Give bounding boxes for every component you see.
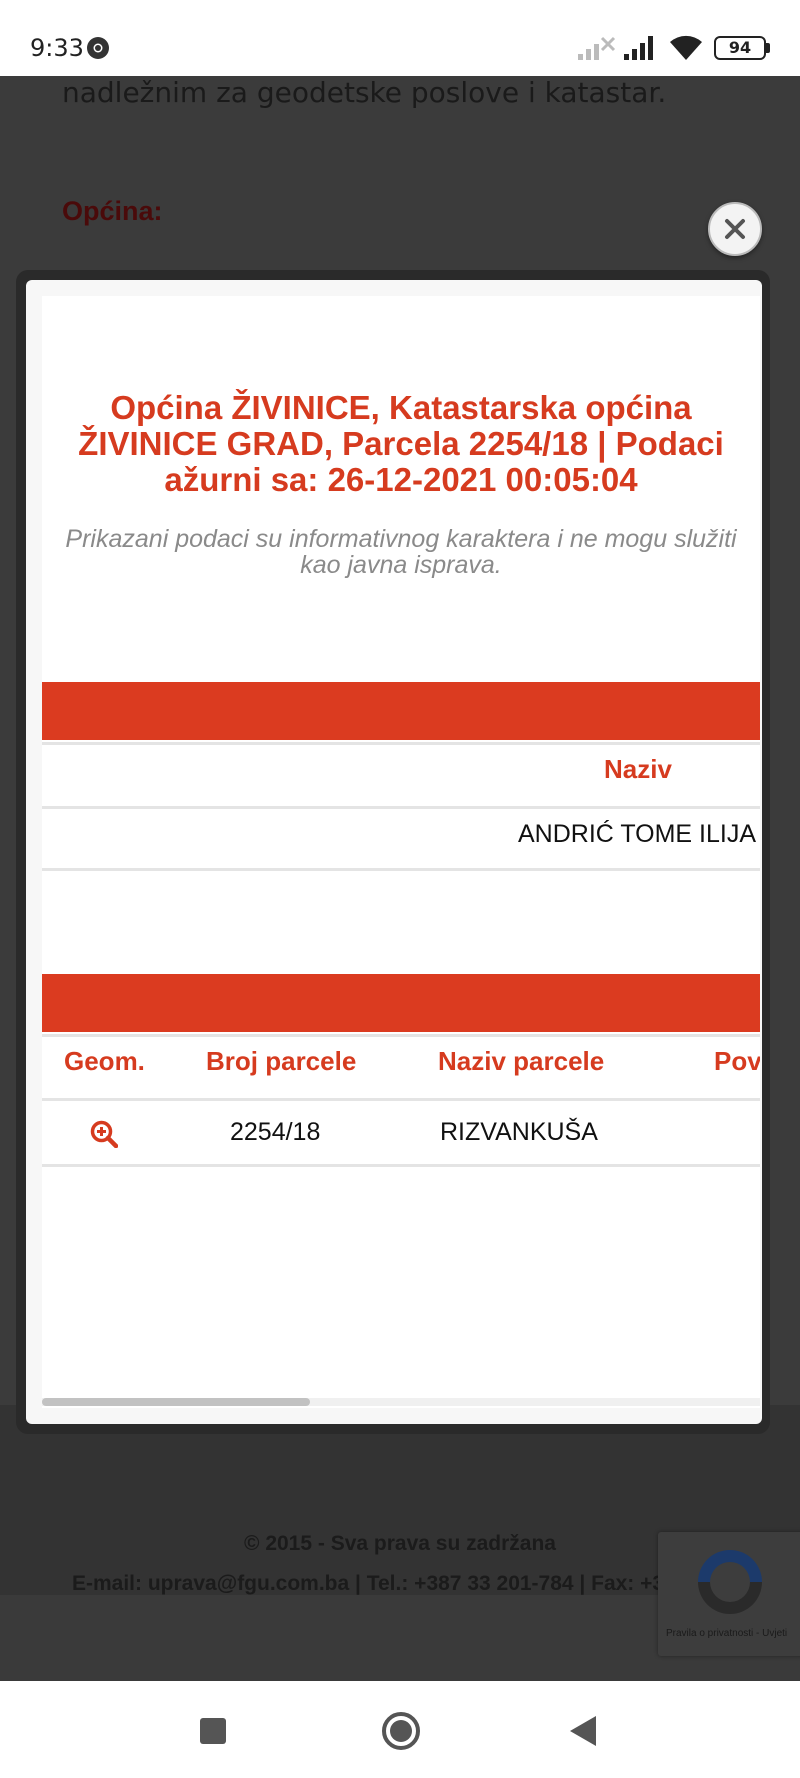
status-time: 9:33 — [30, 34, 84, 62]
recaptcha-text[interactable]: Pravila o privatnosti - Uvjeti — [666, 1628, 787, 1639]
parcels-column-naziv[interactable]: Naziv parcele — [438, 1046, 604, 1077]
parcel-number: 2254/18 — [230, 1118, 321, 1146]
divider — [42, 1164, 760, 1167]
footer-contact: E-mail: uprava@fgu.com.ba | Tel.: +387 3… — [72, 1572, 717, 1595]
home-icon-center — [390, 1720, 412, 1742]
parcel-modal: Općina ŽIVINICE, Katastarska općina ŽIVI… — [26, 280, 762, 1424]
chrome-icon — [87, 37, 109, 59]
battery-indicator: 94 — [714, 36, 766, 60]
modal-disclaimer: Prikazani podaci su informativnog karakt… — [65, 525, 737, 579]
zoom-in-icon[interactable] — [90, 1120, 118, 1148]
divider — [42, 1034, 760, 1037]
owner-name: ANDRIĆ TOME ILIJA — [518, 820, 757, 848]
recaptcha-icon — [698, 1550, 762, 1614]
parcels-column-broj[interactable]: Broj parcele — [206, 1046, 356, 1077]
background-text: nadležnim za geodetske poslove i katasta… — [62, 76, 667, 109]
modal-title: Općina ŽIVINICE, Katastarska općina ŽIVI… — [78, 389, 724, 498]
back-icon[interactable] — [570, 1716, 596, 1746]
close-icon — [725, 219, 745, 239]
owners-column-naziv[interactable]: Naziv — [604, 754, 672, 785]
divider — [42, 742, 760, 745]
recaptcha-badge[interactable]: Pravila o privatnosti - Uvjeti — [658, 1532, 800, 1656]
status-bar: 9:33 94 — [0, 0, 800, 76]
recents-icon[interactable] — [200, 1718, 226, 1744]
opcina-label: Općina: — [62, 196, 163, 226]
modal-content[interactable]: Općina ŽIVINICE, Katastarska općina ŽIVI… — [42, 296, 760, 1408]
owners-table-header-bar — [42, 682, 760, 740]
close-button[interactable] — [708, 202, 762, 256]
parcels-column-geom[interactable]: Geom. — [64, 1046, 145, 1077]
scrollbar-thumb[interactable] — [42, 1398, 310, 1406]
divider — [42, 868, 760, 871]
parcel-name: RIZVANKUŠA — [440, 1118, 598, 1146]
parcels-column-povrsina[interactable]: Pov — [714, 1046, 760, 1077]
signal-weak-icon — [578, 36, 616, 60]
battery-nub — [766, 43, 770, 53]
divider — [42, 806, 760, 809]
divider — [42, 1098, 760, 1101]
wifi-icon — [670, 35, 702, 60]
parcels-table-header-bar — [42, 974, 760, 1032]
signal-strong-icon — [624, 36, 653, 60]
